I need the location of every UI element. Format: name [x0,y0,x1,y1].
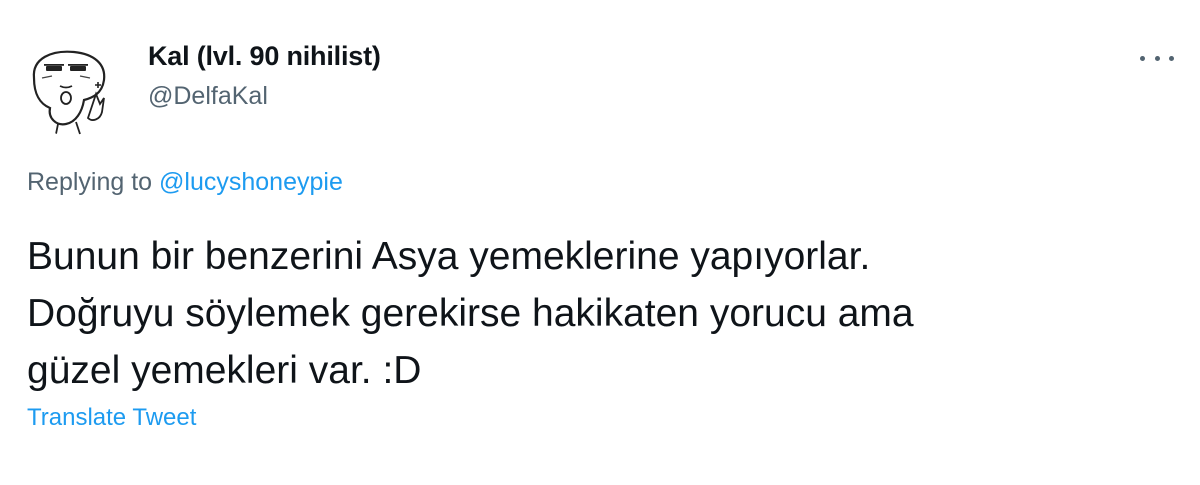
replying-to-label: Replying to [27,168,153,196]
tweet-text-line: Doğruyu söylemek gerekirse hakikaten yor… [27,292,914,335]
tweet-text-line: güzel yemekleri var. :D [27,349,422,392]
tweet-card: Kal (lvl. 90 nihilist) @DelfaKal Replyin… [0,0,1200,485]
tweet-text-line: Bunun bir benzerini Asya yemeklerine yap… [27,235,871,278]
author-avatar[interactable] [22,38,120,136]
more-options-icon [1140,55,1145,61]
author-handle[interactable]: @DelfaKal [148,82,268,111]
author-display-name[interactable]: Kal (lvl. 90 nihilist) [148,41,381,72]
more-options-icon-dot [1154,55,1160,61]
more-options-icon-dot [1169,55,1174,61]
replying-to: Replying to @lucyshoneypie [27,168,343,197]
tweet-text: Bunun bir benzerini Asya yemeklerine yap… [27,228,1167,399]
cartoon-face-avatar-icon [32,50,106,135]
translate-tweet-link[interactable]: Translate Tweet [27,404,196,432]
more-options-button[interactable] [1140,46,1174,70]
reply-mention-link[interactable]: @lucyshoneypie [159,168,343,196]
